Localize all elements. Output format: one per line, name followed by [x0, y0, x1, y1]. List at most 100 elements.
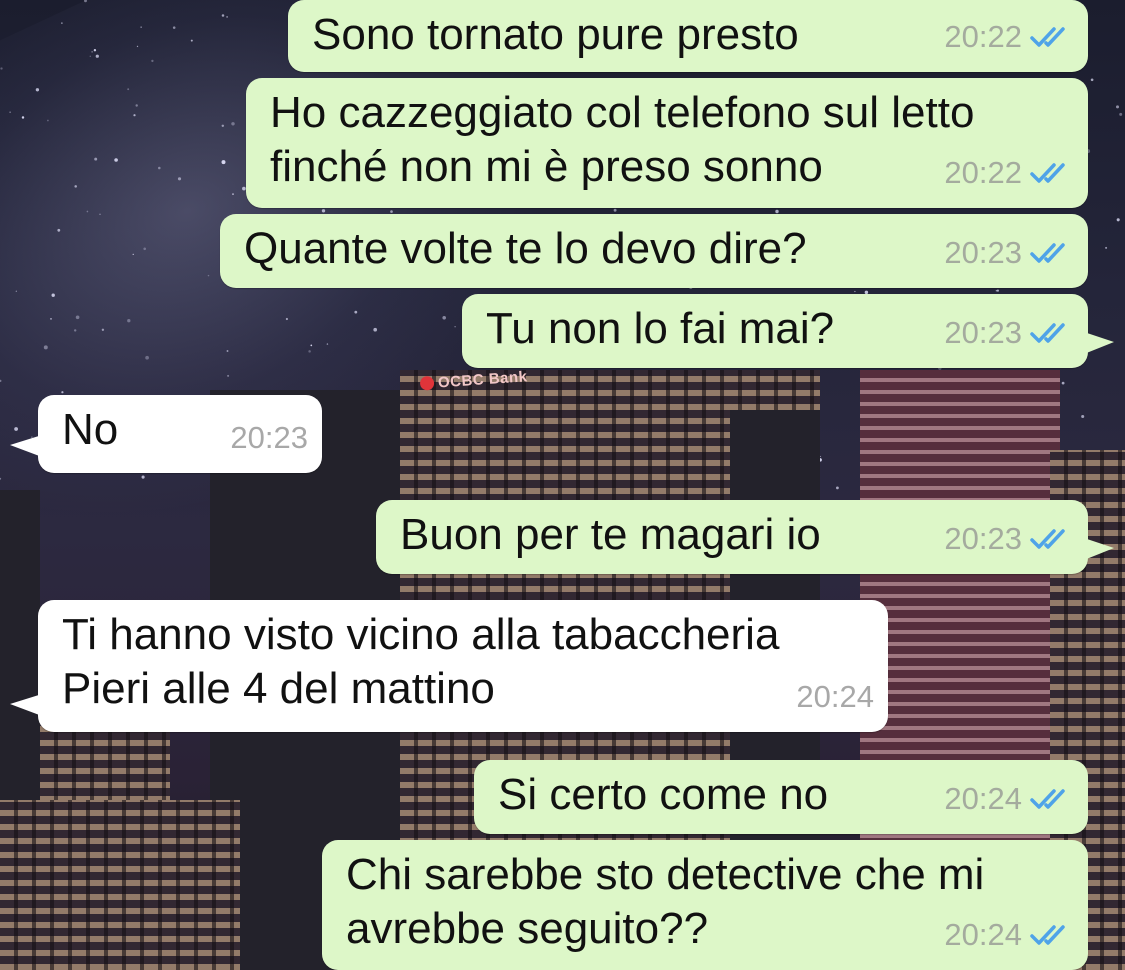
- star: [442, 316, 446, 320]
- star: [158, 166, 161, 170]
- star: [836, 486, 839, 490]
- star: [1061, 381, 1065, 385]
- star: [43, 345, 48, 350]
- star: [1081, 414, 1085, 419]
- message-meta: 20:23: [944, 306, 1074, 360]
- read-double-check-icon: [1030, 925, 1065, 945]
- star: [136, 45, 139, 48]
- star: [321, 209, 326, 213]
- star: [613, 208, 617, 212]
- message-meta: 20:24: [944, 908, 1074, 962]
- star: [86, 210, 89, 213]
- message-time: 20:24: [944, 781, 1022, 816]
- message-time: 20:24: [944, 917, 1022, 952]
- message-bubble-outgoing[interactable]: Quante volte te lo devo dire? 20:23: [220, 214, 1088, 288]
- read-double-check-icon: [1030, 163, 1065, 183]
- star: [95, 54, 99, 58]
- star: [354, 310, 358, 314]
- star: [21, 116, 25, 119]
- star: [326, 343, 329, 345]
- star: [141, 475, 145, 479]
- star: [114, 158, 118, 162]
- message-bubble-incoming[interactable]: No 20:23: [10, 395, 322, 473]
- bubble-tail: [10, 694, 42, 716]
- message-bubble-outgoing[interactable]: Sono tornato pure presto 20:22: [288, 0, 1088, 72]
- star: [15, 290, 17, 292]
- message-meta: 20:24: [796, 670, 874, 724]
- message-time: 20:23: [944, 521, 1022, 556]
- message-text: Chi sarebbe sto detective che mi avrebbe…: [346, 850, 985, 953]
- message-meta: 20:22: [944, 10, 1074, 64]
- message-meta: 20:23: [944, 226, 1074, 280]
- message-text: Sono tornato pure presto: [312, 10, 799, 59]
- star: [172, 26, 176, 29]
- star: [775, 209, 779, 214]
- message-meta: 20:23: [944, 512, 1074, 566]
- bank-logo-icon: [419, 375, 435, 391]
- message-meta: 20:24: [944, 772, 1074, 826]
- message-time: 20:22: [944, 155, 1022, 190]
- star: [1116, 218, 1120, 222]
- star: [231, 122, 235, 126]
- star: [221, 14, 225, 17]
- star: [127, 88, 130, 91]
- star: [74, 185, 77, 188]
- star: [1116, 105, 1119, 109]
- star: [84, 0, 87, 3]
- star: [35, 88, 40, 92]
- bubble-tail: [10, 435, 42, 457]
- star: [0, 379, 2, 383]
- star: [133, 114, 136, 117]
- star: [57, 228, 61, 232]
- bubble-tail: [1084, 538, 1114, 560]
- read-double-check-icon: [1030, 27, 1065, 47]
- message-text: Tu non lo fai mai?: [486, 304, 835, 353]
- star: [99, 213, 101, 216]
- star: [73, 329, 77, 332]
- star: [9, 111, 11, 113]
- building: [0, 800, 240, 970]
- message-bubble-outgoing[interactable]: Tu non lo fai mai? 20:23: [462, 294, 1114, 368]
- message-text: No: [62, 405, 119, 454]
- star: [61, 391, 64, 394]
- star: [232, 193, 234, 195]
- star: [0, 67, 3, 70]
- star: [854, 290, 856, 293]
- star: [221, 160, 226, 165]
- message-bubble-outgoing[interactable]: Ho cazzeggiato col telefono sul letto fi…: [246, 78, 1088, 208]
- star: [143, 247, 147, 251]
- message-text: Quante volte te lo devo dire?: [244, 224, 807, 273]
- bubble-tail: [1084, 332, 1114, 354]
- star: [145, 355, 149, 360]
- star: [190, 39, 193, 42]
- read-double-check-icon: [1030, 789, 1065, 809]
- message-time: 20:24: [796, 679, 874, 714]
- star: [51, 293, 55, 297]
- star: [177, 177, 182, 181]
- star: [310, 344, 313, 347]
- star: [140, 26, 142, 28]
- star: [61, 22, 63, 24]
- message-bubble-incoming[interactable]: Ti hanno visto vicino alla tabaccheria P…: [10, 600, 888, 732]
- message-bubble-outgoing[interactable]: Buon per te magari io 20:23: [376, 500, 1114, 574]
- message-bubble-outgoing[interactable]: Chi sarebbe sto detective che mi avrebbe…: [322, 840, 1088, 970]
- message-meta: 20:22: [944, 146, 1074, 200]
- star: [91, 51, 93, 53]
- message-time: 20:23: [944, 235, 1022, 270]
- star: [151, 59, 154, 63]
- star: [285, 317, 288, 321]
- star: [226, 16, 228, 18]
- read-double-check-icon: [1030, 529, 1065, 549]
- star: [1119, 112, 1123, 116]
- star: [47, 119, 49, 122]
- star: [390, 210, 393, 213]
- message-time: 20:22: [944, 19, 1022, 54]
- star: [0, 477, 2, 480]
- message-text: Ti hanno visto vicino alla tabaccheria P…: [62, 610, 780, 713]
- star: [89, 55, 92, 58]
- message-time: 20:23: [944, 315, 1022, 350]
- message-bubble-outgoing[interactable]: Si certo come no 20:24: [474, 760, 1088, 834]
- star: [308, 350, 311, 353]
- message-text: Ho cazzeggiato col telefono sul letto fi…: [270, 88, 975, 191]
- star: [127, 319, 131, 323]
